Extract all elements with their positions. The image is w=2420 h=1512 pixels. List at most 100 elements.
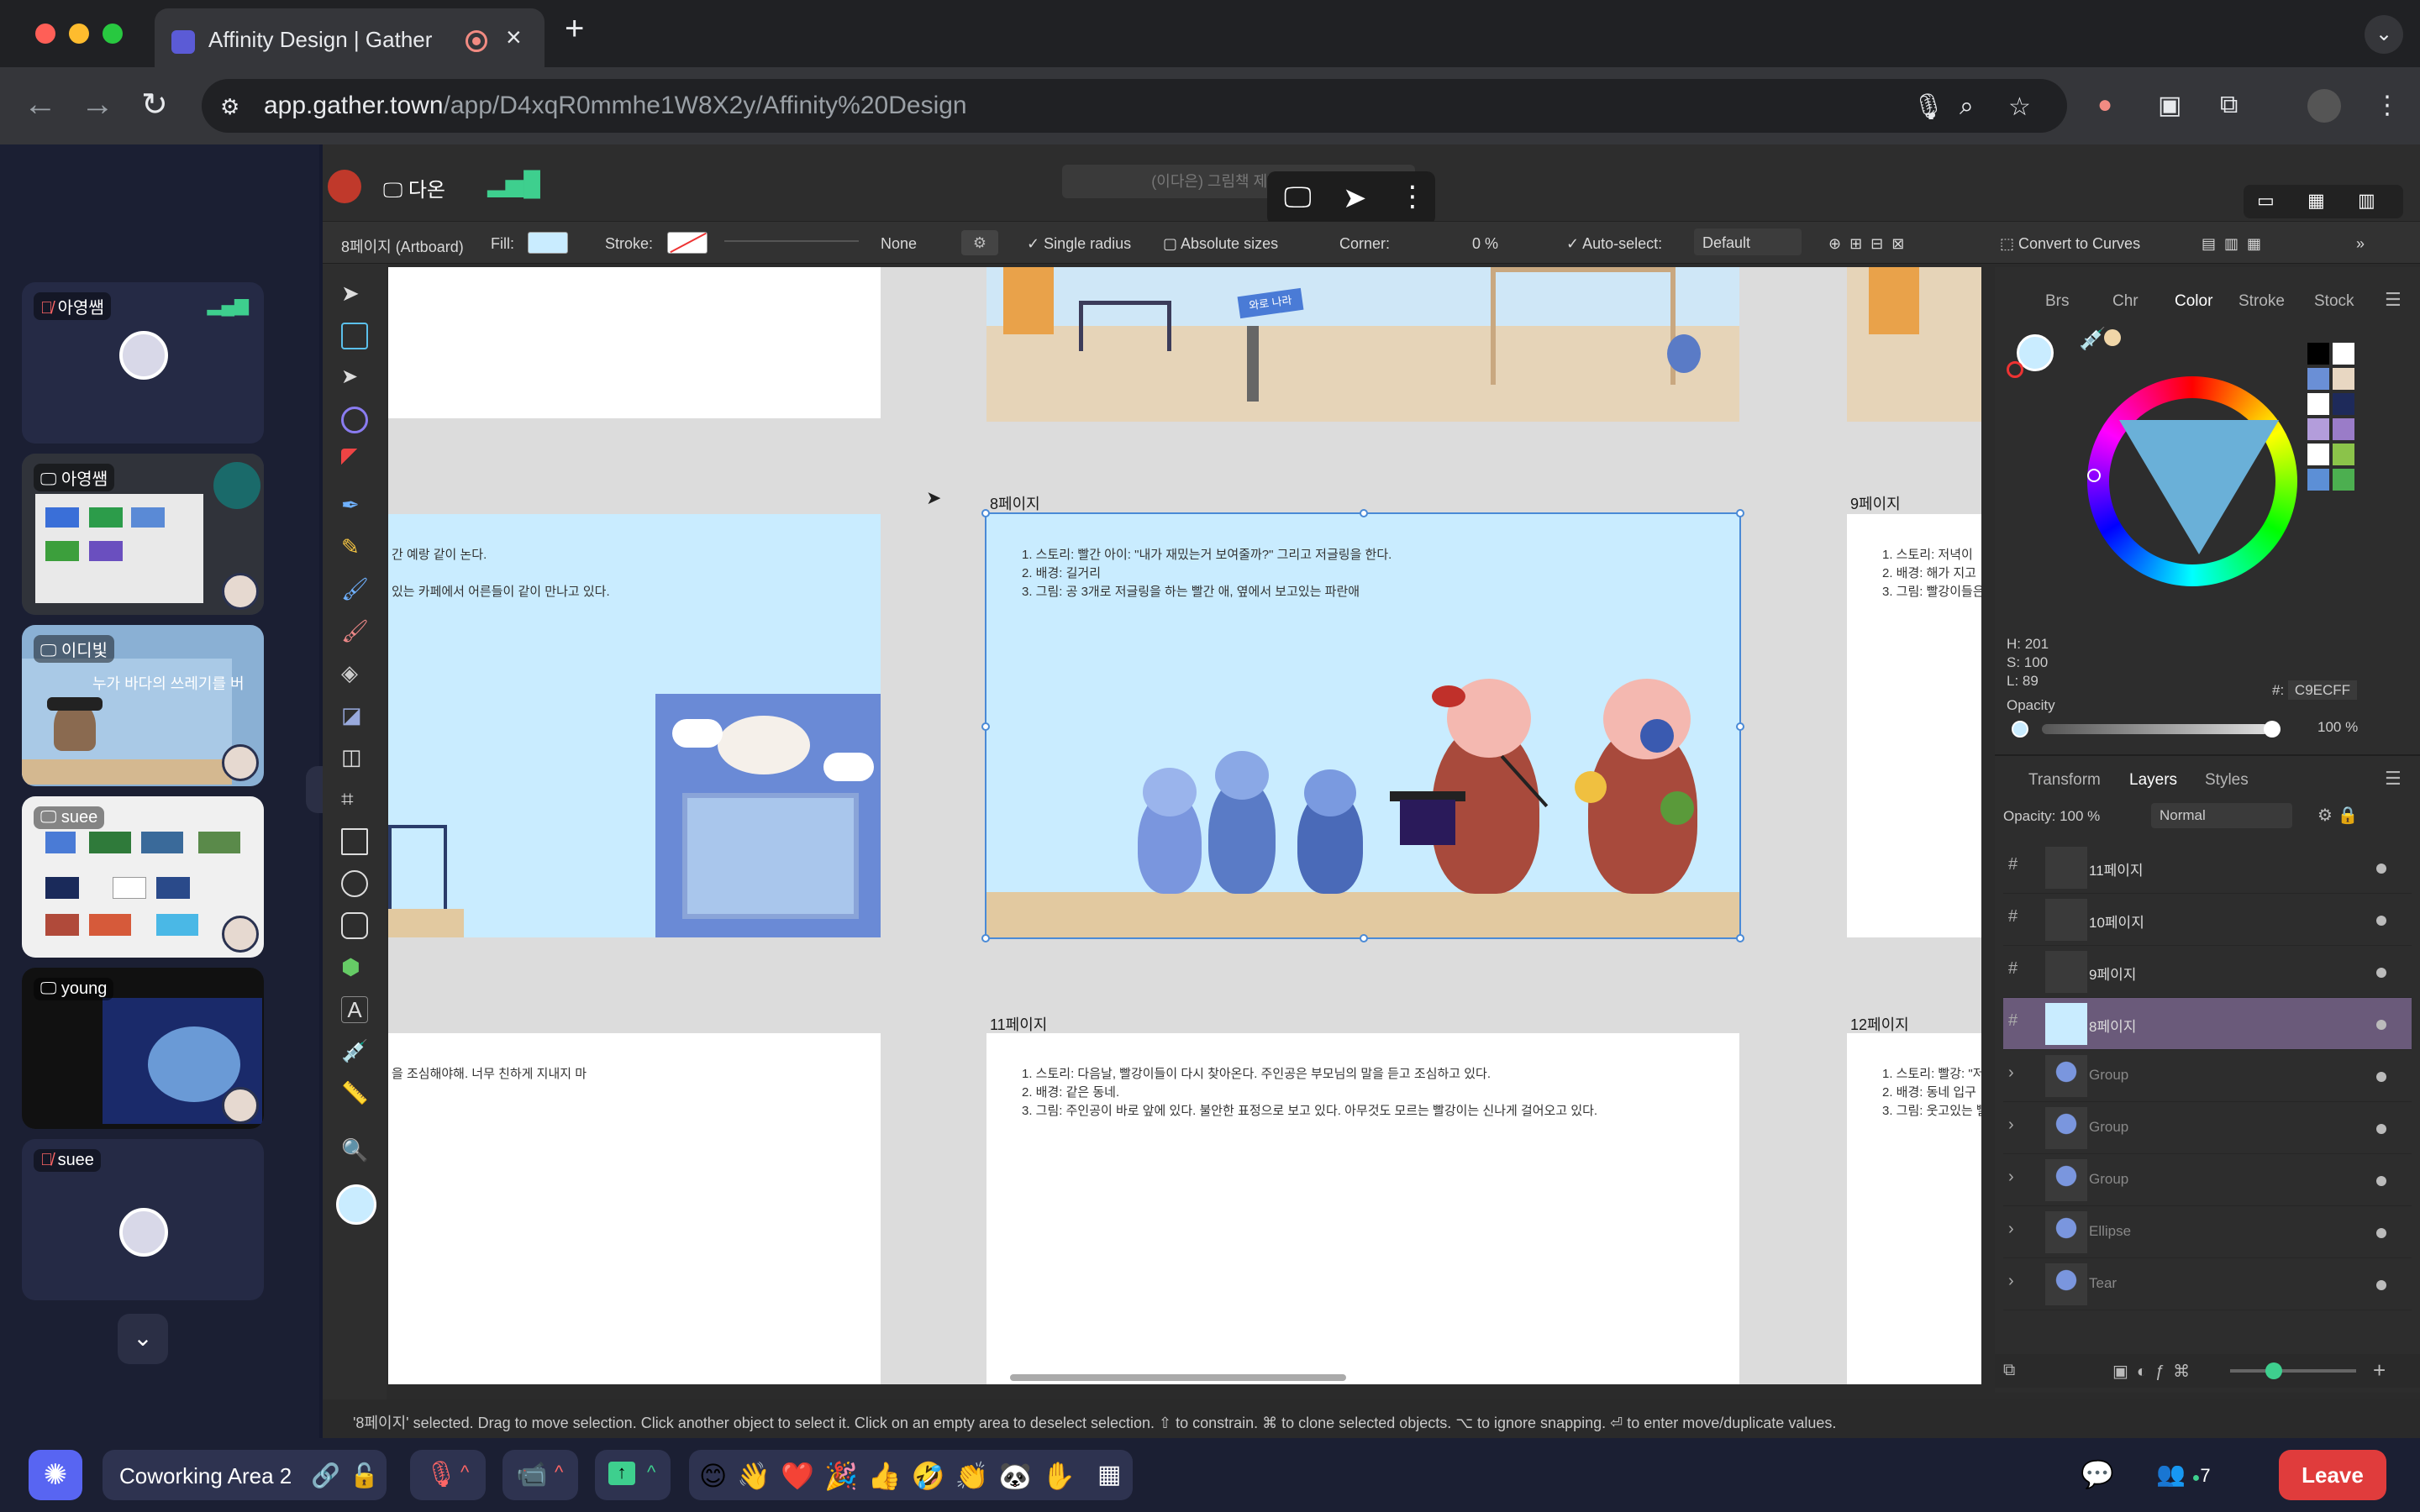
single-radius-checkbox[interactable]: ✓ Single radius xyxy=(1027,235,1131,253)
stroke-swatch[interactable] xyxy=(667,232,708,254)
lock-icon[interactable]: 🔓 xyxy=(350,1462,379,1489)
swatch-grid[interactable] xyxy=(2307,343,2361,561)
camera-toggle[interactable]: 📹 ^ xyxy=(502,1450,578,1500)
layer-opacity[interactable]: Opacity: 100 % xyxy=(2003,808,2100,825)
color-swatch[interactable] xyxy=(2333,343,2354,365)
color-swatch[interactable] xyxy=(2333,418,2354,440)
artboard-icon[interactable]: # xyxy=(2008,1011,2018,1031)
participant-tile[interactable]: 🎙̸ suee xyxy=(22,1139,264,1300)
maximize-window-button[interactable] xyxy=(103,24,123,44)
panel-tab-stroke[interactable]: Stroke xyxy=(2238,292,2285,311)
layer-row[interactable]: ›Group xyxy=(2003,1310,2412,1312)
fill-color-well[interactable] xyxy=(336,1184,376,1225)
color-swatch[interactable] xyxy=(2307,368,2329,390)
visibility-toggle-icon[interactable] xyxy=(2376,864,2386,874)
close-tab-icon[interactable]: × xyxy=(506,22,522,53)
horizontal-scrollbar[interactable] xyxy=(1010,1374,1346,1381)
corner-tool-icon[interactable] xyxy=(341,449,368,475)
artboard-top-right[interactable] xyxy=(1847,267,1981,422)
panel-menu-icon[interactable]: ☰ xyxy=(2385,289,2402,311)
color-swatch[interactable] xyxy=(2333,444,2354,465)
stroke-width-slider[interactable] xyxy=(724,240,859,242)
emoji-reactions[interactable]: 😊👋❤️🎉👍🤣👏🐼✋ xyxy=(699,1460,1086,1492)
artboard-top-left[interactable] xyxy=(388,267,881,418)
color-swatch[interactable] xyxy=(2333,393,2354,415)
artboard-9[interactable]: 1. 스토리: 저녁이 2. 배경: 해가 지고 3. 그림: 빨강이들은 xyxy=(1847,514,1981,937)
rounded-rect-tool-icon[interactable] xyxy=(341,912,368,939)
room-pill[interactable]: Coworking Area 2 🔗 🔓 xyxy=(103,1450,387,1500)
screenshot-extension-icon[interactable]: ▣ xyxy=(2158,91,2181,120)
leave-button[interactable]: Leave xyxy=(2279,1450,2386,1500)
mic-toggle[interactable]: 🎙 ^ xyxy=(410,1450,486,1500)
brush-tool-icon[interactable]: 🖌 xyxy=(341,576,369,603)
panel-tab-styles[interactable]: Styles xyxy=(2205,771,2249,790)
mic-options-icon[interactable]: ^ xyxy=(460,1462,469,1483)
opacity-value[interactable]: 100 % xyxy=(2317,719,2358,736)
artboard-10[interactable]: 을 조심해야해. 너무 친하게 지내지 마 xyxy=(388,1033,881,1384)
profile-avatar[interactable] xyxy=(2307,89,2341,123)
back-icon[interactable]: ← xyxy=(24,86,57,123)
extension-icon[interactable]: ● xyxy=(2097,91,2112,119)
layer-icons[interactable]: ⧉ xyxy=(2003,1361,2015,1380)
participant-tile[interactable]: 🖵 suee xyxy=(22,796,264,958)
shapes-tool-icon[interactable]: ⬢ xyxy=(341,954,368,981)
visibility-toggle-icon[interactable] xyxy=(2376,1228,2386,1238)
snapping-icons[interactable]: ⊕⊞⊟⊠ xyxy=(1828,235,1912,253)
color-swatch[interactable] xyxy=(2307,418,2329,440)
fill-tool-icon[interactable]: ◈ xyxy=(341,660,368,687)
pen-tool-icon[interactable]: ✒ xyxy=(341,492,368,519)
last-color-swatch[interactable] xyxy=(2104,329,2121,346)
convert-to-curves-button[interactable]: ⬚ Convert to Curves xyxy=(2000,235,2140,253)
expand-arrow-icon[interactable]: › xyxy=(2008,1116,2014,1135)
visibility-toggle-icon[interactable] xyxy=(2376,1280,2386,1290)
pencil-tool-icon[interactable]: ✎ xyxy=(341,534,368,561)
forward-icon[interactable]: → xyxy=(81,86,114,123)
chat-icon[interactable]: 💬 xyxy=(2081,1458,2114,1490)
gather-logo-button[interactable]: ✺ xyxy=(29,1450,82,1500)
panel-tab-character[interactable]: Chr xyxy=(2112,292,2139,311)
minimize-window-button[interactable] xyxy=(69,24,89,44)
visibility-toggle-icon[interactable] xyxy=(2376,1072,2386,1082)
rectangle-tool-icon[interactable] xyxy=(341,828,368,855)
color-swatch[interactable] xyxy=(2307,343,2329,365)
visibility-toggle-icon[interactable] xyxy=(2376,1124,2386,1134)
eyedropper-icon[interactable]: 💉 xyxy=(2079,326,2106,352)
color-swatch[interactable] xyxy=(2307,469,2329,491)
expand-arrow-icon[interactable]: › xyxy=(2008,1220,2014,1239)
ellipse-tool-icon[interactable] xyxy=(341,870,368,897)
participant-tile[interactable]: 🖵 young xyxy=(22,968,264,1129)
single-view-icon[interactable]: ▭ xyxy=(2257,190,2275,212)
layer-settings-icons[interactable]: ⚙ 🔒 xyxy=(2317,805,2358,826)
camera-options-icon[interactable]: ^ xyxy=(555,1462,563,1483)
bookmark-star-icon[interactable]: ☆ xyxy=(2008,92,2031,122)
zoom-tool-icon[interactable]: 🔍 xyxy=(341,1137,368,1164)
pointer-icon[interactable]: ➤ xyxy=(1343,181,1367,215)
artboard-icon[interactable]: # xyxy=(2008,855,2018,874)
auto-select-checkbox[interactable]: ✓ Auto-select: xyxy=(1566,235,1662,253)
measure-tool-icon[interactable]: 📏 xyxy=(341,1080,368,1107)
layer-row[interactable]: #10페이지 xyxy=(2003,894,2412,946)
map-view-icon[interactable]: ▥ xyxy=(2358,190,2375,212)
panel-tab-brushes[interactable]: Brs xyxy=(2045,292,2070,311)
expand-arrow-icon[interactable]: › xyxy=(2008,1272,2014,1291)
layer-row[interactable]: ›Group xyxy=(2003,1050,2412,1102)
text-tool-icon[interactable]: A xyxy=(341,996,368,1023)
artboard-top-center[interactable]: 와로 나라 xyxy=(986,267,1739,422)
layer-action-icons[interactable]: ▣◐ƒ⌘ xyxy=(2112,1361,2198,1382)
design-canvas[interactable]: 와로 나라 8페이지 9페이지 간 예랑 같이 논다. 있는 카페에서 어른들이… xyxy=(388,267,1981,1384)
layer-row[interactable]: › Tear xyxy=(2003,1258,2412,1310)
visibility-toggle-icon[interactable] xyxy=(2376,968,2386,978)
color-wheel[interactable] xyxy=(2087,376,2297,586)
paint-brush-icon[interactable]: 🖌 xyxy=(341,618,369,645)
visibility-toggle-icon[interactable] xyxy=(2376,1020,2386,1030)
address-bar[interactable]: ⚙ app.gather.town/app/D4xqR0mmhe1W8X2y/A… xyxy=(202,79,2067,133)
more-options-icon[interactable]: ⋮ xyxy=(1398,180,1427,213)
align-icons[interactable]: ▤▥▦ xyxy=(2202,235,2270,253)
absolute-sizes-checkbox[interactable]: ▢ Absolute sizes xyxy=(1163,235,1278,253)
artboard-8-selected[interactable]: 1. 스토리: 빨간 아이: "내가 재밌는거 보여줄까?" 그리고 저글링을 … xyxy=(986,514,1739,937)
color-swatch[interactable] xyxy=(2333,469,2354,491)
link-icon[interactable]: 🔗 xyxy=(311,1462,340,1489)
color-swatch[interactable] xyxy=(2333,368,2354,390)
artboard-7[interactable]: 간 예랑 같이 논다. 있는 카페에서 어른들이 같이 만나고 있다. xyxy=(388,514,881,937)
artboard-icon[interactable]: # xyxy=(2008,907,2018,927)
